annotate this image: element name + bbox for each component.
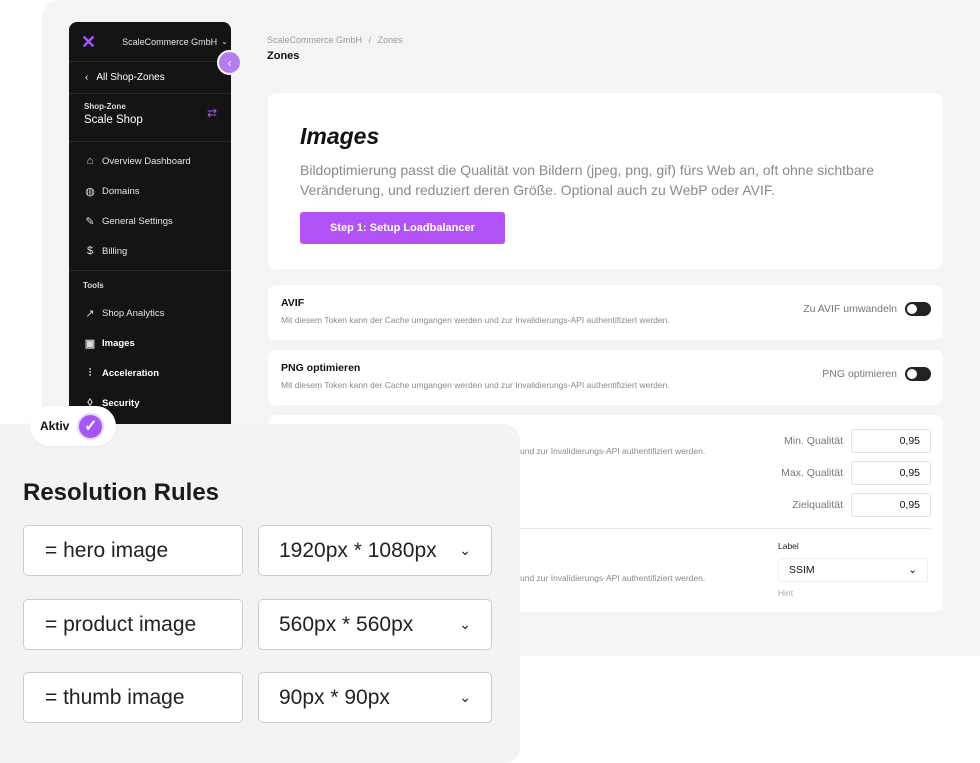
tools-section-title: Tools <box>69 270 231 298</box>
rule-size-select[interactable]: 90px * 90px ⌄ <box>258 672 492 723</box>
sidebar-item-label: Domains <box>102 185 140 197</box>
org-name: ScaleCommerce GmbH <box>122 36 218 47</box>
setup-loadbalancer-button[interactable]: Step 1: Setup Loadbalancer <box>300 212 505 244</box>
sidebar-item-images[interactable]: ▣ Images <box>69 328 231 358</box>
dollar-icon: $ <box>86 245 94 257</box>
metric-description: und zur Invalidierungs-API authentifizie… <box>520 573 706 583</box>
chevron-down-icon: ⌄ <box>221 37 228 46</box>
rule-name-field[interactable]: = hero image <box>23 525 243 576</box>
png-option-card: PNG optimieren Mit diesem Token kann der… <box>268 350 943 405</box>
min-quality-input[interactable]: 0,95 <box>851 429 931 453</box>
quality-description: und zur Invalidierungs-API authentifizie… <box>520 446 706 456</box>
png-toggle[interactable] <box>905 367 931 381</box>
trend-icon: ↗ <box>85 307 95 320</box>
sliders-icon: ⫶ <box>88 366 92 379</box>
rule-name-field[interactable]: = product image <box>23 599 243 650</box>
breadcrumb-separator: / <box>368 35 372 45</box>
metric-select-value: SSIM <box>789 564 815 576</box>
back-link[interactable]: ‹ All Shop-Zones <box>69 62 231 94</box>
option-description: Mit diesem Token kann der Cache umgangen… <box>281 315 670 325</box>
avif-toggle[interactable] <box>905 302 931 316</box>
breadcrumb-org[interactable]: ScaleCommerce GmbH <box>267 35 362 45</box>
hero-title: Images <box>300 123 380 149</box>
max-quality-row: Max. Qualität 0,95 <box>781 461 931 485</box>
switch-icon[interactable]: ⇄ <box>207 106 217 120</box>
sidebar-item-analytics[interactable]: ↗ Shop Analytics <box>69 298 231 328</box>
target-quality-input[interactable]: 0,95 <box>851 493 931 517</box>
rule-size-value: 1920px * 1080px <box>279 538 437 562</box>
org-switcher[interactable]: ✕ ScaleCommerce GmbH ⌄ <box>69 22 231 62</box>
avif-toggle-group: Zu AVIF umwandeln <box>803 302 931 316</box>
chevron-down-icon: ⌄ <box>908 564 917 576</box>
sidebar-item-label: Shop Analytics <box>102 307 165 319</box>
png-toggle-group: PNG optimieren <box>822 367 931 381</box>
chevron-left-icon: ‹ <box>227 55 232 70</box>
resolution-rules-title: Resolution Rules <box>23 479 220 506</box>
sidebar-item-label: General Settings <box>102 215 173 227</box>
sidebar-item-label: Acceleration <box>102 367 160 379</box>
avif-option-card: AVIF Mit diesem Token kann der Cache umg… <box>268 285 943 340</box>
max-quality-label: Max. Qualität <box>781 467 843 479</box>
main-nav: ⌂ Overview Dashboard ◍ Domains ✎ General Se… <box>69 142 231 270</box>
check-icon: ✓ <box>77 412 105 440</box>
shop-zone: Shop-Zone Scale Shop ⇄ <box>69 94 231 142</box>
min-quality-label: Min. Qualität <box>784 435 843 447</box>
globe-icon: ◍ <box>85 185 95 198</box>
sidebar-item-label: Security <box>102 397 140 409</box>
metric-select[interactable]: SSIM ⌄ <box>778 558 928 582</box>
stage: ✕ ScaleCommerce GmbH ⌄ ‹ All Shop-Zones … <box>0 0 980 763</box>
rule-size-value: 560px * 560px <box>279 612 414 636</box>
sidebar-item-label: Images <box>102 337 135 349</box>
wrench-icon: ✎ <box>85 215 95 228</box>
option-description: Mit diesem Token kann der Cache umgangen… <box>281 380 670 390</box>
breadcrumb-page[interactable]: Zones <box>378 35 403 45</box>
metric-select-hint: Hint <box>778 588 794 598</box>
target-quality-label: Zielqualität <box>792 499 843 511</box>
sidebar: ✕ ScaleCommerce GmbH ⌄ ‹ All Shop-Zones … <box>69 22 231 426</box>
rule-size-select[interactable]: 1920px * 1080px ⌄ <box>258 525 492 576</box>
chevron-down-icon: ⌄ <box>459 689 471 705</box>
sidebar-item-billing[interactable]: $ Billing <box>69 236 231 266</box>
breadcrumb: ScaleCommerce GmbH / Zones <box>267 35 403 45</box>
image-icon: ▣ <box>84 337 96 350</box>
rule-size-value: 90px * 90px <box>279 685 390 709</box>
hero-description: Bildoptimierung passt die Qualität von B… <box>300 162 875 198</box>
rule-name-field[interactable]: = thumb image <box>23 672 243 723</box>
min-quality-row: Min. Qualität 0,95 <box>784 429 931 453</box>
page-title: Zones <box>267 50 300 62</box>
status-badge-label: Aktiv <box>40 419 70 433</box>
target-quality-row: Zielqualität 0,95 <box>792 493 931 517</box>
sidebar-item-domains[interactable]: ◍ Domains <box>69 176 231 206</box>
chevron-left-icon: ‹ <box>85 72 89 83</box>
collapse-sidebar-button[interactable]: ‹ <box>217 50 242 75</box>
back-link-label: All Shop-Zones <box>96 72 165 83</box>
shop-zone-label: Shop-Zone <box>84 102 126 111</box>
sidebar-item-label: Billing <box>102 245 128 257</box>
home-icon: ⌂ <box>86 155 94 167</box>
sidebar-item-settings[interactable]: ✎ General Settings <box>69 206 231 236</box>
chevron-down-icon: ⌄ <box>459 542 471 558</box>
images-hero-card: Images Bildoptimierung passt die Qualitä… <box>268 93 943 269</box>
toggle-label: Zu AVIF umwandeln <box>803 303 897 315</box>
metric-select-label: Label <box>778 541 799 551</box>
chevron-down-icon: ⌄ <box>459 616 471 632</box>
logo-icon: ✕ <box>81 31 97 52</box>
tools-nav: ↗ Shop Analytics ▣ Images ⫶ Acceleration ◊ S… <box>69 298 231 422</box>
toggle-label: PNG optimieren <box>822 368 897 380</box>
sidebar-item-overview[interactable]: ⌂ Overview Dashboard <box>69 146 231 176</box>
shop-zone-name: Scale Shop <box>84 114 143 126</box>
sidebar-item-label: Overview Dashboard <box>102 155 191 167</box>
max-quality-input[interactable]: 0,95 <box>851 461 931 485</box>
rule-size-select[interactable]: 560px * 560px ⌄ <box>258 599 492 650</box>
status-badge: Aktiv ✓ <box>30 406 117 446</box>
sidebar-item-acceleration[interactable]: ⫶ Acceleration <box>69 358 231 388</box>
